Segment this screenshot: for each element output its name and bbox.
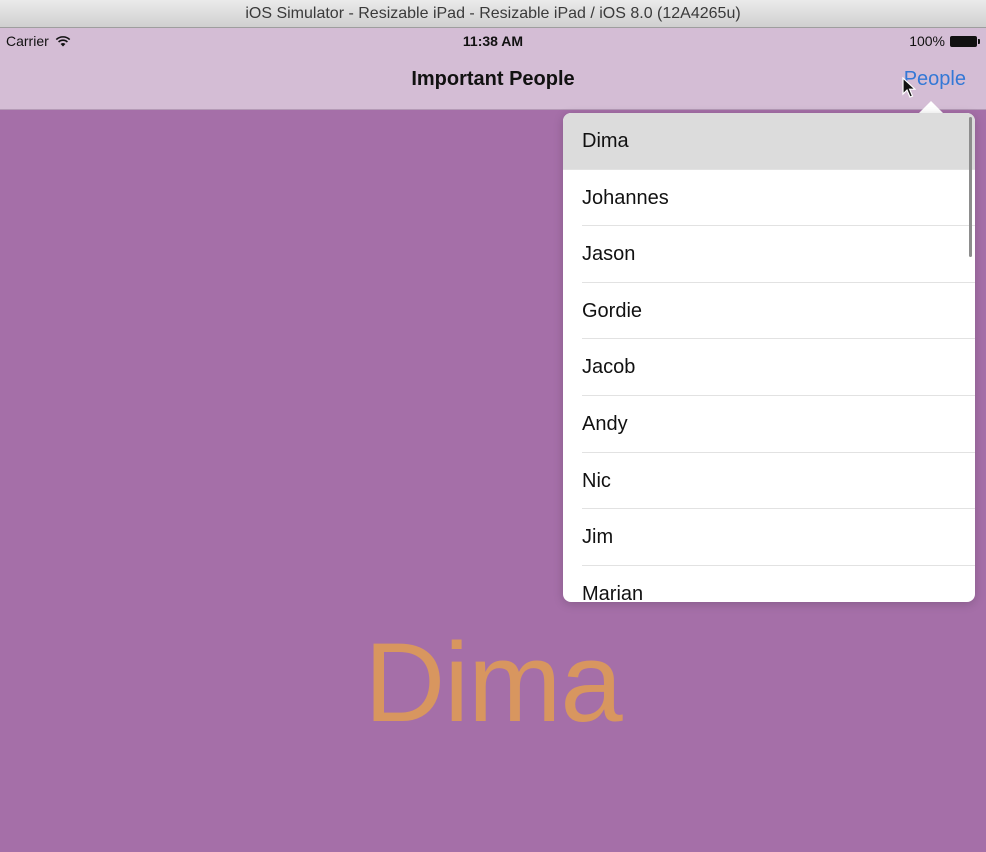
battery-icon	[950, 35, 980, 47]
window-title: iOS Simulator - Resizable iPad - Resizab…	[245, 5, 741, 22]
popover-scrollbar[interactable]	[969, 117, 972, 257]
list-item-label: Gordie	[582, 299, 643, 322]
list-item-label: Dima	[582, 130, 629, 152]
list-item-label: Jacob	[582, 356, 636, 379]
nav-title: Important People	[411, 68, 575, 90]
battery-percent: 100%	[909, 33, 945, 49]
list-item[interactable]: Marian	[563, 566, 975, 602]
list-item[interactable]: Jason	[563, 226, 975, 283]
list-item-label: Marian	[582, 582, 644, 602]
list-item[interactable]: Gordie	[563, 283, 975, 340]
people-list[interactable]: Dima Johannes Jason Gordie Jacob Andy Ni…	[563, 113, 975, 602]
list-item-label: Nic	[582, 469, 611, 492]
people-popover: Dima Johannes Jason Gordie Jacob Andy Ni…	[563, 113, 975, 602]
list-item-label: Johannes	[582, 186, 669, 209]
status-bar: Carrier 11:38 AM 100%	[0, 28, 986, 54]
list-item[interactable]: Nic	[563, 453, 975, 510]
list-item[interactable]: Jacob	[563, 339, 975, 396]
list-item-label: Andy	[582, 412, 628, 435]
battery-group: 100%	[909, 33, 980, 49]
list-item-label: Jason	[582, 243, 636, 266]
simulator-title-bar: iOS Simulator - Resizable iPad - Resizab…	[0, 0, 986, 28]
list-item[interactable]: Johannes	[563, 170, 975, 227]
mouse-cursor-icon	[902, 77, 916, 98]
status-time: 11:38 AM	[462, 33, 524, 49]
simulator-screen: iOS Simulator - Resizable iPad - Resizab…	[0, 0, 986, 852]
list-item[interactable]: Andy	[563, 396, 975, 453]
list-item[interactable]: Dima	[563, 113, 975, 170]
ios-top-bar: Carrier 11:38 AM 100% Important People P…	[0, 28, 986, 110]
selected-person-label: Dima	[364, 620, 622, 745]
list-item[interactable]: Jim	[563, 509, 975, 566]
list-item-label: Jim	[582, 526, 614, 549]
